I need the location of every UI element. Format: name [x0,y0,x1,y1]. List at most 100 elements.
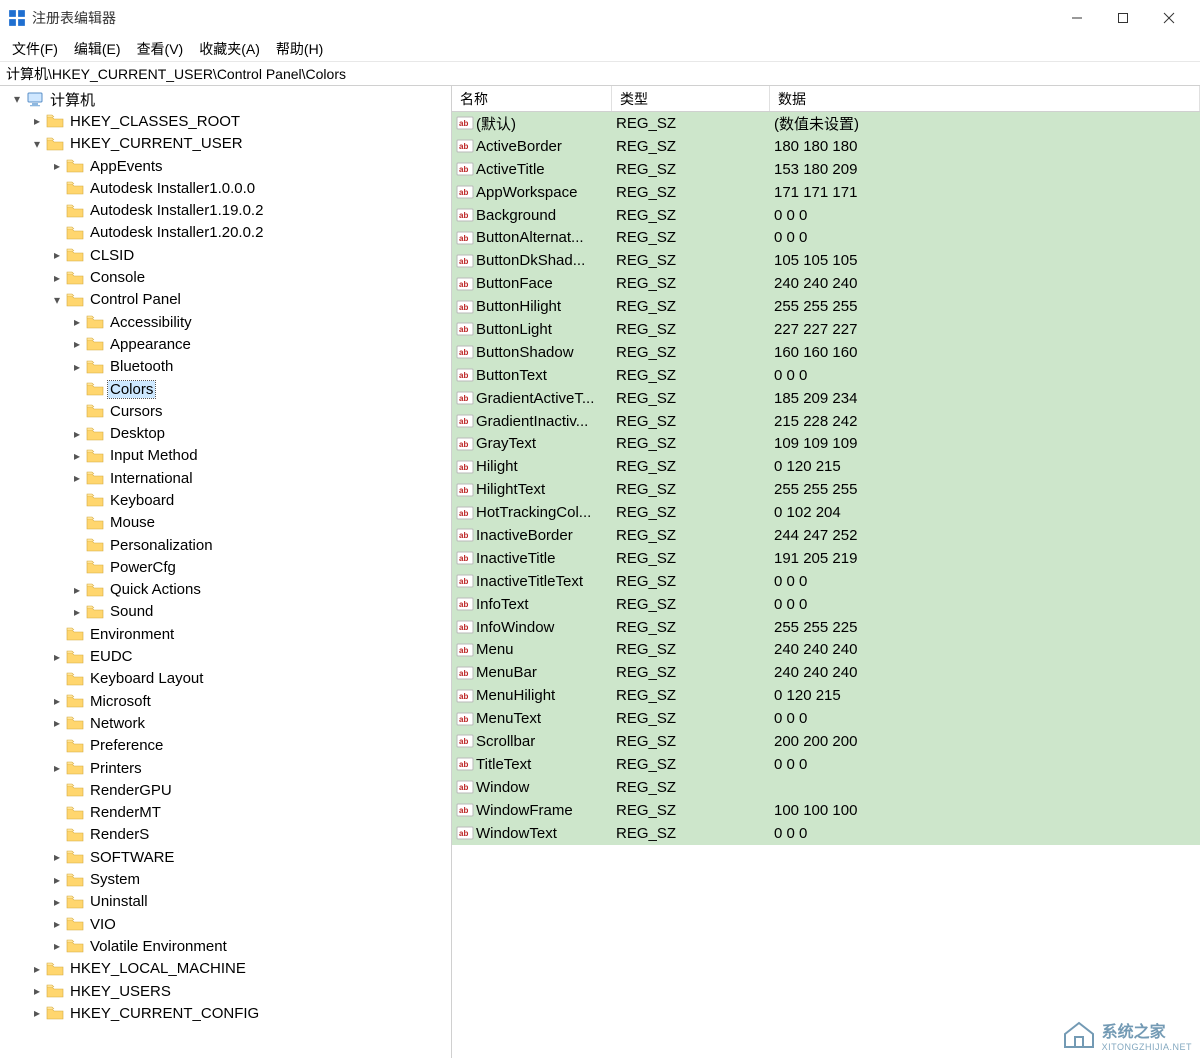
chevron-right-icon[interactable]: ▸ [28,1006,46,1020]
value-row[interactable]: ab GradientInactiv... REG_SZ 215 228 242 [452,410,1200,433]
chevron-right-icon[interactable]: ▸ [48,159,66,173]
menu-edit[interactable]: 编辑(E) [66,37,129,61]
tree-hklm[interactable]: ▸ HKEY_LOCAL_MACHINE [4,958,451,980]
chevron-right-icon[interactable]: ▸ [48,271,66,285]
tree-personalization[interactable]: Personalization [4,534,451,556]
minimize-button[interactable] [1054,3,1100,33]
chevron-right-icon[interactable]: ▸ [48,248,66,262]
chevron-right-icon[interactable]: ▸ [68,337,86,351]
value-row[interactable]: ab AppWorkspace REG_SZ 171 171 171 [452,181,1200,204]
tree-sound[interactable]: ▸ Sound [4,601,451,623]
value-row[interactable]: ab ButtonFace REG_SZ 240 240 240 [452,272,1200,295]
chevron-right-icon[interactable]: ▸ [68,605,86,619]
tree-hkcr[interactable]: ▸ HKEY_CLASSES_ROOT [4,110,451,132]
tree-rendermt[interactable]: RenderMT [4,802,451,824]
value-row[interactable]: ab InactiveBorder REG_SZ 244 247 252 [452,524,1200,547]
chevron-right-icon[interactable]: ▸ [68,427,86,441]
value-row[interactable]: ab InactiveTitle REG_SZ 191 205 219 [452,547,1200,570]
value-row[interactable]: ab GrayText REG_SZ 109 109 109 [452,432,1200,455]
value-row[interactable]: ab Background REG_SZ 0 0 0 [452,204,1200,227]
value-row[interactable]: ab (默认) REG_SZ (数值未设置) [452,112,1200,135]
maximize-button[interactable] [1100,3,1146,33]
value-row[interactable]: ab HotTrackingCol... REG_SZ 0 102 204 [452,501,1200,524]
tree-international[interactable]: ▸ International [4,467,451,489]
chevron-right-icon[interactable]: ▸ [68,471,86,485]
tree-autodesk-installer1-19-0-2[interactable]: Autodesk Installer1.19.0.2 [4,199,451,221]
value-row[interactable]: ab ButtonAlternat... REG_SZ 0 0 0 [452,226,1200,249]
chevron-right-icon[interactable]: ▸ [68,360,86,374]
tree-root[interactable]: ▾ 计算机 [4,88,451,110]
tree-preference[interactable]: Preference [4,735,451,757]
tree-clsid[interactable]: ▸ CLSID [4,244,451,266]
menu-favorites[interactable]: 收藏夹(A) [191,37,268,61]
chevron-right-icon[interactable]: ▸ [28,984,46,998]
value-row[interactable]: ab MenuText REG_SZ 0 0 0 [452,707,1200,730]
value-row[interactable]: ab InfoText REG_SZ 0 0 0 [452,593,1200,616]
chevron-right-icon[interactable]: ▸ [48,716,66,730]
menu-help[interactable]: 帮助(H) [268,37,331,61]
tree-network[interactable]: ▸ Network [4,712,451,734]
value-row[interactable]: ab Scrollbar REG_SZ 200 200 200 [452,730,1200,753]
tree-pane[interactable]: ▾ 计算机 ▸ HKEY_CLASSES_ROOT ▾ HKEY_CURRENT… [0,86,452,1058]
value-row[interactable]: ab ButtonHilight REG_SZ 255 255 255 [452,295,1200,318]
tree-desktop[interactable]: ▸ Desktop [4,422,451,444]
value-row[interactable]: ab WindowText REG_SZ 0 0 0 [452,822,1200,845]
value-row[interactable]: ab InactiveTitleText REG_SZ 0 0 0 [452,570,1200,593]
tree-printers[interactable]: ▸ Printers [4,757,451,779]
tree-hkcc[interactable]: ▸ HKEY_CURRENT_CONFIG [4,1002,451,1024]
chevron-right-icon[interactable]: ▸ [48,850,66,864]
value-row[interactable]: ab ButtonLight REG_SZ 227 227 227 [452,318,1200,341]
value-row[interactable]: ab WindowFrame REG_SZ 100 100 100 [452,799,1200,822]
tree-rendergpu[interactable]: RenderGPU [4,779,451,801]
chevron-down-icon[interactable]: ▾ [28,137,46,151]
close-button[interactable] [1146,3,1192,33]
value-row[interactable]: ab GradientActiveT... REG_SZ 185 209 234 [452,387,1200,410]
column-type[interactable]: 类型 [612,86,770,111]
value-row[interactable]: ab Menu REG_SZ 240 240 240 [452,638,1200,661]
tree-autodesk-installer1-20-0-2[interactable]: Autodesk Installer1.20.0.2 [4,222,451,244]
tree-console[interactable]: ▸ Console [4,266,451,288]
address-bar[interactable]: 计算机\HKEY_CURRENT_USER\Control Panel\Colo… [0,62,1200,86]
tree-bluetooth[interactable]: ▸ Bluetooth [4,356,451,378]
chevron-right-icon[interactable]: ▸ [68,583,86,597]
chevron-right-icon[interactable]: ▸ [48,939,66,953]
value-row[interactable]: ab MenuBar REG_SZ 240 240 240 [452,661,1200,684]
tree-quick-actions[interactable]: ▸ Quick Actions [4,579,451,601]
tree-eudc[interactable]: ▸ EUDC [4,645,451,667]
chevron-right-icon[interactable]: ▸ [48,694,66,708]
tree-microsoft[interactable]: ▸ Microsoft [4,690,451,712]
tree-mouse[interactable]: Mouse [4,512,451,534]
value-row[interactable]: ab ButtonShadow REG_SZ 160 160 160 [452,341,1200,364]
tree-input-method[interactable]: ▸ Input Method [4,445,451,467]
tree-autodesk-installer1-0-0-0[interactable]: Autodesk Installer1.0.0.0 [4,177,451,199]
chevron-right-icon[interactable]: ▸ [28,114,46,128]
chevron-right-icon[interactable]: ▸ [68,449,86,463]
chevron-down-icon[interactable]: ▾ [48,293,66,307]
chevron-down-icon[interactable]: ▾ [8,92,26,106]
values-pane[interactable]: 名称 类型 数据 ab (默认) REG_SZ (数值未设置) ab Activ… [452,86,1200,1058]
chevron-right-icon[interactable]: ▸ [48,917,66,931]
tree-uninstall[interactable]: ▸ Uninstall [4,891,451,913]
tree-colors[interactable]: Colors [4,378,451,400]
chevron-right-icon[interactable]: ▸ [48,895,66,909]
chevron-right-icon[interactable]: ▸ [48,650,66,664]
chevron-right-icon[interactable]: ▸ [48,761,66,775]
tree-software[interactable]: ▸ SOFTWARE [4,846,451,868]
menu-view[interactable]: 查看(V) [129,37,192,61]
value-row[interactable]: ab InfoWindow REG_SZ 255 255 225 [452,616,1200,639]
chevron-right-icon[interactable]: ▸ [28,962,46,976]
value-row[interactable]: ab ButtonText REG_SZ 0 0 0 [452,364,1200,387]
tree-accessibility[interactable]: ▸ Accessibility [4,311,451,333]
tree-appearance[interactable]: ▸ Appearance [4,333,451,355]
value-row[interactable]: ab MenuHilight REG_SZ 0 120 215 [452,684,1200,707]
tree-cursors[interactable]: Cursors [4,400,451,422]
tree-hkcu[interactable]: ▾ HKEY_CURRENT_USER [4,133,451,155]
chevron-right-icon[interactable]: ▸ [48,873,66,887]
tree-keyboard[interactable]: Keyboard [4,489,451,511]
value-row[interactable]: ab ActiveBorder REG_SZ 180 180 180 [452,135,1200,158]
chevron-right-icon[interactable]: ▸ [68,315,86,329]
tree-appevents[interactable]: ▸ AppEvents [4,155,451,177]
tree-powercfg[interactable]: PowerCfg [4,556,451,578]
value-row[interactable]: ab TitleText REG_SZ 0 0 0 [452,753,1200,776]
tree-volatile-environment[interactable]: ▸ Volatile Environment [4,935,451,957]
